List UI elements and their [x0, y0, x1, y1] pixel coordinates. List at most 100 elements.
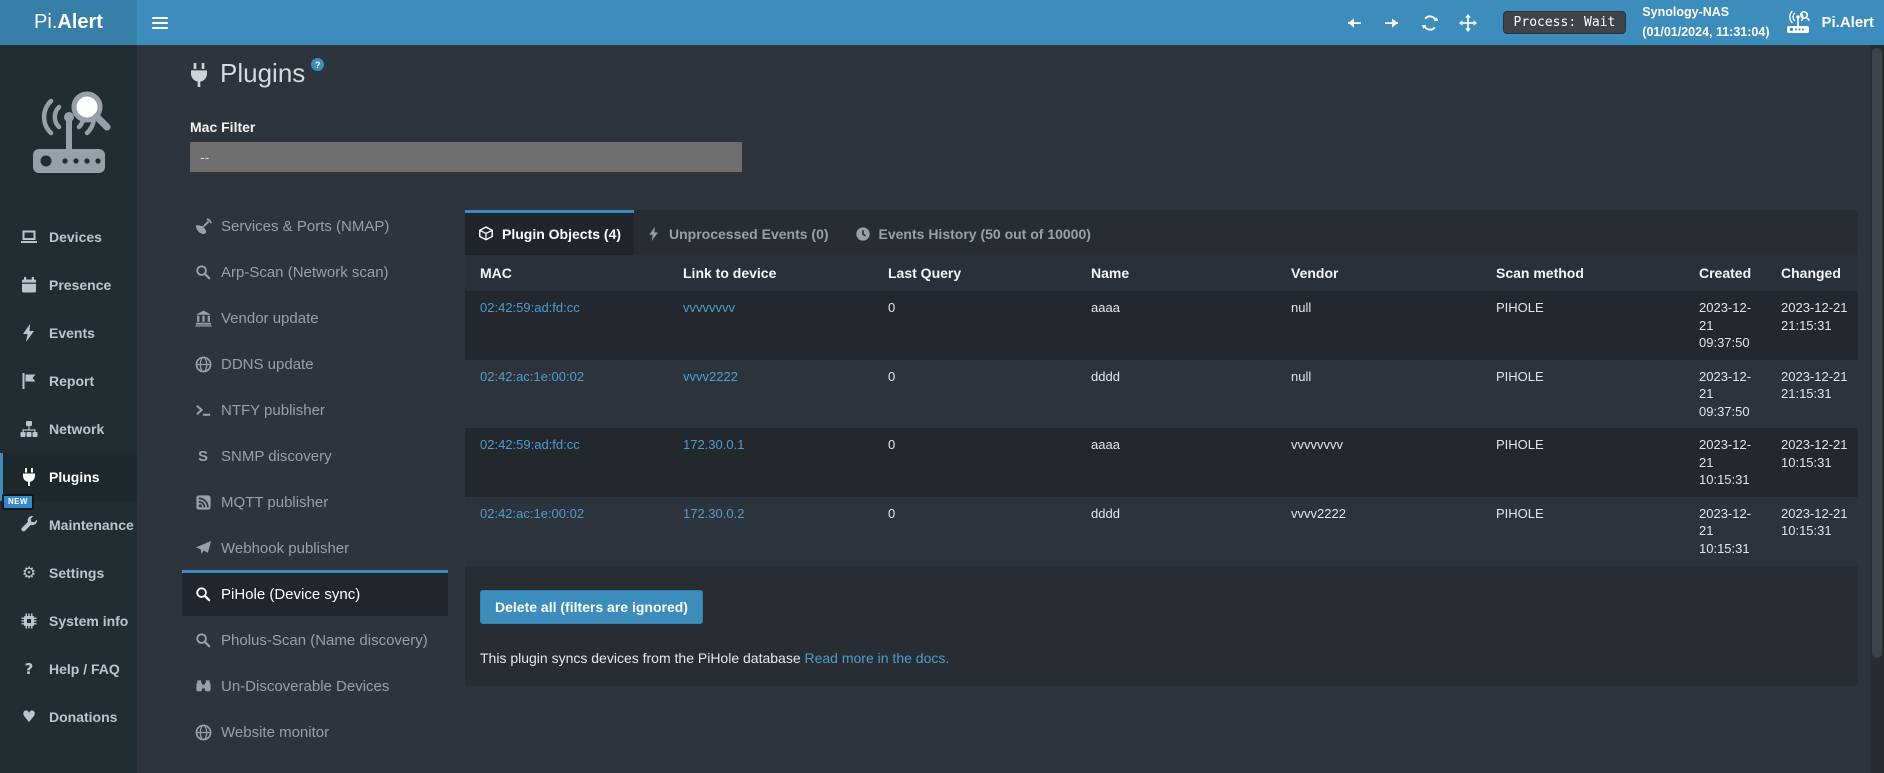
tab-unprocessed-events[interactable]: Unprocessed Events (0) — [634, 210, 842, 255]
plugin-description-text: This plugin syncs devices from the PiHol… — [480, 650, 801, 666]
plugin-nav: Services & Ports (NMAP) Arp-Scan (Networ… — [182, 202, 448, 754]
move-button[interactable] — [1449, 0, 1487, 45]
plugin-nav-item-arp-scan[interactable]: Arp-Scan (Network scan) — [182, 248, 448, 294]
globe-icon — [194, 356, 212, 373]
created-cell: 2023-12-21 09:37:50 — [1691, 291, 1773, 360]
plug-icon — [19, 468, 39, 486]
column-header-last-query[interactable]: Last Query — [880, 255, 1083, 291]
mac-link[interactable]: 02:42:ac:1e:00:02 — [465, 360, 675, 429]
vendor-cell: vvvv2222 — [1283, 497, 1488, 566]
send-icon — [194, 540, 212, 557]
arrow-left-icon — [1345, 14, 1363, 32]
sidebar-item-presence[interactable]: Presence — [0, 261, 137, 309]
sidebar-item-help-faq[interactable]: ? Help / FAQ — [0, 645, 137, 693]
sidebar-item-devices[interactable]: Devices — [0, 213, 137, 261]
plugin-nav-item-snmp-discovery[interactable]: S SNMP discovery — [182, 432, 448, 478]
name-cell: aaaa — [1083, 291, 1283, 360]
plugin-nav-item-ntfy-publisher[interactable]: NTFY publisher — [182, 386, 448, 432]
tab-events-history[interactable]: Events History (50 out of 10000) — [842, 210, 1104, 255]
plugin-nav-item-pholus-scan[interactable]: Pholus-Scan (Name discovery) — [182, 616, 448, 662]
nav-forward-button[interactable] — [1373, 0, 1411, 45]
binoculars-icon — [194, 678, 212, 695]
new-badge: NEW — [2, 494, 34, 510]
scan-method-cell: PIHOLE — [1488, 428, 1691, 497]
host-time: (01/01/2024, 11:31:04) — [1642, 23, 1769, 42]
sidebar-item-report[interactable]: Report — [0, 357, 137, 405]
sidebar-toggle-button[interactable] — [137, 0, 183, 45]
satellite-dish-icon — [194, 218, 212, 235]
sidebar-item-donations[interactable]: ♥ Donations — [0, 693, 137, 741]
wrench-icon — [19, 516, 39, 534]
table-row: 02:42:59:ad:fd:cc vvvvvvvv 0 aaaa null P… — [465, 291, 1858, 360]
plugin-nav-item-services-ports[interactable]: Services & Ports (NMAP) — [182, 202, 448, 248]
last-query-cell: 0 — [880, 291, 1083, 360]
microchip-icon — [19, 612, 39, 630]
scrollbar-thumb[interactable] — [1872, 48, 1882, 658]
plugin-nav-item-mqtt-publisher[interactable]: MQTT publisher — [182, 478, 448, 524]
tab-bar: Plugin Objects (4) Unprocessed Events (0… — [465, 210, 1858, 255]
tab-plugin-objects[interactable]: Plugin Objects (4) — [465, 210, 634, 255]
page-header: Plugins ? — [187, 57, 324, 89]
question-icon: ? — [19, 662, 39, 677]
app-brand[interactable]: Pi.Alert — [0, 0, 137, 45]
device-link[interactable]: 172.30.0.2 — [675, 497, 880, 566]
scan-method-cell: PIHOLE — [1488, 497, 1691, 566]
changed-cell: 2023-12-21 21:15:31 — [1773, 291, 1858, 360]
name-cell: dddd — [1083, 497, 1283, 566]
terminal-icon — [194, 402, 212, 419]
sidebar-item-network[interactable]: Network — [0, 405, 137, 453]
bolt-icon — [647, 226, 661, 242]
column-header-changed[interactable]: Changed — [1773, 255, 1858, 291]
sidebar-item-events[interactable]: Events — [0, 309, 137, 357]
plugin-nav-item-webhook-publisher[interactable]: Webhook publisher — [182, 524, 448, 570]
mac-link[interactable]: 02:42:59:ad:fd:cc — [465, 291, 675, 360]
column-header-name[interactable]: Name — [1083, 255, 1283, 291]
clock-icon — [855, 226, 871, 242]
last-query-cell: 0 — [880, 428, 1083, 497]
refresh-icon — [1421, 14, 1439, 32]
changed-cell: 2023-12-21 21:15:31 — [1773, 360, 1858, 429]
docs-link[interactable]: Read more in the docs. — [805, 650, 950, 666]
calendar-icon — [19, 276, 39, 294]
refresh-button[interactable] — [1411, 0, 1449, 45]
sidebar-logo — [0, 45, 137, 213]
plugin-nav-item-pihole-device-sync[interactable]: PiHole (Device sync) — [182, 570, 448, 616]
page-title: Plugins — [220, 57, 305, 89]
plugin-nav-item-vendor-update[interactable]: Vendor update — [182, 294, 448, 340]
sidebar-item-maintenance[interactable]: NEW Maintenance — [0, 501, 137, 549]
device-link[interactable]: vvvv2222 — [675, 360, 880, 429]
help-badge[interactable]: ? — [311, 58, 324, 71]
vendor-cell: null — [1283, 291, 1488, 360]
bolt-icon — [19, 324, 39, 342]
changed-cell: 2023-12-21 10:15:31 — [1773, 428, 1858, 497]
plugin-nav-item-website-monitor[interactable]: Website monitor — [182, 708, 448, 754]
plugin-nav-item-undiscoverable-devices[interactable]: Un-Discoverable Devices — [182, 662, 448, 708]
mac-link[interactable]: 02:42:59:ad:fd:cc — [465, 428, 675, 497]
sidebar-item-system-info[interactable]: System info — [0, 597, 137, 645]
mac-link[interactable]: 02:42:ac:1e:00:02 — [465, 497, 675, 566]
sidebar-item-settings[interactable]: ⚙ Settings — [0, 549, 137, 597]
plug-icon — [187, 63, 211, 87]
table-row: 02:42:ac:1e:00:02 vvvv2222 0 dddd null P… — [465, 360, 1858, 429]
device-link[interactable]: 172.30.0.1 — [675, 428, 880, 497]
mac-filter-input[interactable] — [190, 142, 742, 172]
column-header-scan-method[interactable]: Scan method — [1488, 255, 1691, 291]
nav-back-button[interactable] — [1335, 0, 1373, 45]
heart-icon: ♥ — [19, 709, 39, 725]
brand-prefix: Pi. — [34, 11, 57, 34]
magnifier-icon — [194, 264, 212, 281]
main-content: Plugins ? Mac Filter Services & Ports (N… — [137, 45, 1884, 773]
sidebar: Devices Presence Events Report Network P — [0, 45, 137, 773]
column-header-link[interactable]: Link to device — [675, 255, 880, 291]
delete-all-button[interactable]: Delete all (filters are ignored) — [480, 590, 703, 624]
topbar-app-name: Pi.Alert — [1821, 14, 1874, 31]
flag-icon — [19, 372, 39, 390]
page-scrollbar[interactable] — [1870, 45, 1884, 773]
device-link[interactable]: vvvvvvvv — [675, 291, 880, 360]
plugin-nav-item-ddns-update[interactable]: DDNS update — [182, 340, 448, 386]
column-header-mac[interactable]: MAC — [465, 255, 675, 291]
topbar-right: Process: Wait Synology-NAS (01/01/2024, … — [1335, 0, 1884, 45]
column-header-created[interactable]: Created — [1691, 255, 1773, 291]
column-header-vendor[interactable]: Vendor — [1283, 255, 1488, 291]
plugin-objects-table: MAC Link to device Last Query Name Vendo… — [465, 255, 1858, 566]
